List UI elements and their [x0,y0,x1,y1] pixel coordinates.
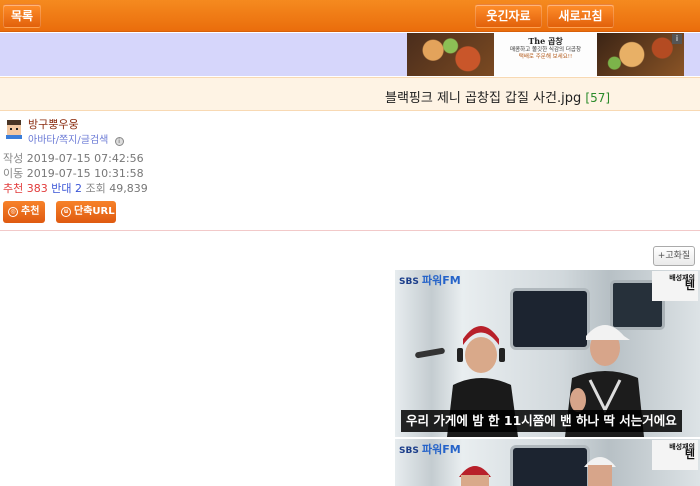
author-nickname[interactable]: 방구뿡우웅 [28,116,79,132]
show-logo: 배성재의 텐 [652,271,698,301]
post-search-link[interactable]: 글검색 [81,135,109,146]
ad-food-image-right [597,33,684,76]
post-image-2[interactable]: SBS 파워FM 배성재의 텐 [395,439,700,486]
station-logo: SBS 파워FM [399,274,461,287]
oppose-count: 2 [75,182,82,195]
short-url-button[interactable]: u 단축URL [56,201,116,223]
top-bar: 목록 웃긴자료 새로고침 [0,0,700,32]
ad-strip: The 곱창 매콤하고 쫄깃한 식감의 더곱창 택배로 주문해 보세요!! i [0,33,700,76]
video-caption: 우리 가게에 밤 한 11시쯤에 밴 하나 딱 서는거에요 [401,410,682,432]
moved-date-row: 이동 2019-07-15 10:31:58 [3,165,144,181]
ad-info-icon[interactable]: i [672,34,682,44]
recommend-count: 383 [26,182,48,195]
recommend-button-label: 추천 [21,206,40,217]
message-link[interactable]: 쪽지 [59,135,77,146]
author-links: 아바타/쪽지/글검색 i [28,131,124,146]
ad-line-2: 택배로 주문해 보세요!! [518,54,573,60]
recommend-label: 추천 [3,182,24,195]
avatar[interactable] [4,119,24,139]
level-badge-icon: i [114,137,124,146]
written-date: 2019-07-15 07:42:56 [26,152,144,165]
recommend-icon: ◎ [8,207,18,217]
ad-logo: The 곱창 [528,36,563,46]
short-url-icon: u [61,207,71,217]
refresh-button[interactable]: 새로고침 [547,4,614,28]
moved-date: 2019-07-15 10:31:58 [26,167,144,180]
post-image-1[interactable]: SBS 파워FM 배성재의 텐 우리 가게에 밤 한 11시쯤에 밴 하나 딱 … [395,270,700,437]
post-title-text: 블랙핑크 제니 곱창집 갑질 사건.jpg [385,91,582,106]
ad-food-image-left [407,33,494,76]
post-title: 블랙핑크 제니 곱창집 갑질 사건.jpg [57] [385,87,610,106]
high-quality-button[interactable]: +고화질 [653,246,695,266]
recommend-button[interactable]: ◎ 추천 [3,201,45,223]
list-button[interactable]: 목록 [3,4,41,28]
moved-label: 이동 [3,167,24,180]
studio-window-3 [510,445,590,486]
person-left-2 [459,466,491,486]
station-logo-2: SBS 파워FM [399,443,461,456]
avatar-link[interactable]: 아바타 [28,135,56,146]
ad-line-1: 매콤하고 쫄깃한 식감의 더곱창 [509,47,582,53]
comment-count[interactable]: [57] [585,91,610,105]
post-title-bar: 블랙핑크 제니 곱창집 갑질 사건.jpg [57] [0,77,700,111]
ad-banner[interactable]: The 곱창 매콤하고 쫄깃한 식감의 더곱창 택배로 주문해 보세요!! i [407,33,684,76]
divider [0,230,700,231]
oppose-label: 반대 [51,182,72,195]
stats-row: 추천 383 반대 2 조회 49,839 [3,180,148,196]
views-count: 49,839 [109,182,148,195]
show-logo-2: 배성재의 텐 [652,440,698,470]
written-label: 작성 [3,152,24,165]
views-label: 조회 [85,182,106,195]
humor-board-button[interactable]: 웃긴자료 [475,4,542,28]
ad-text-block: The 곱창 매콤하고 쫄깃한 식감의 더곱창 택배로 주문해 보세요!! [494,33,597,76]
written-date-row: 작성 2019-07-15 07:42:56 [3,150,144,166]
short-url-button-label: 단축URL [74,206,115,217]
person-right-2 [584,457,616,486]
